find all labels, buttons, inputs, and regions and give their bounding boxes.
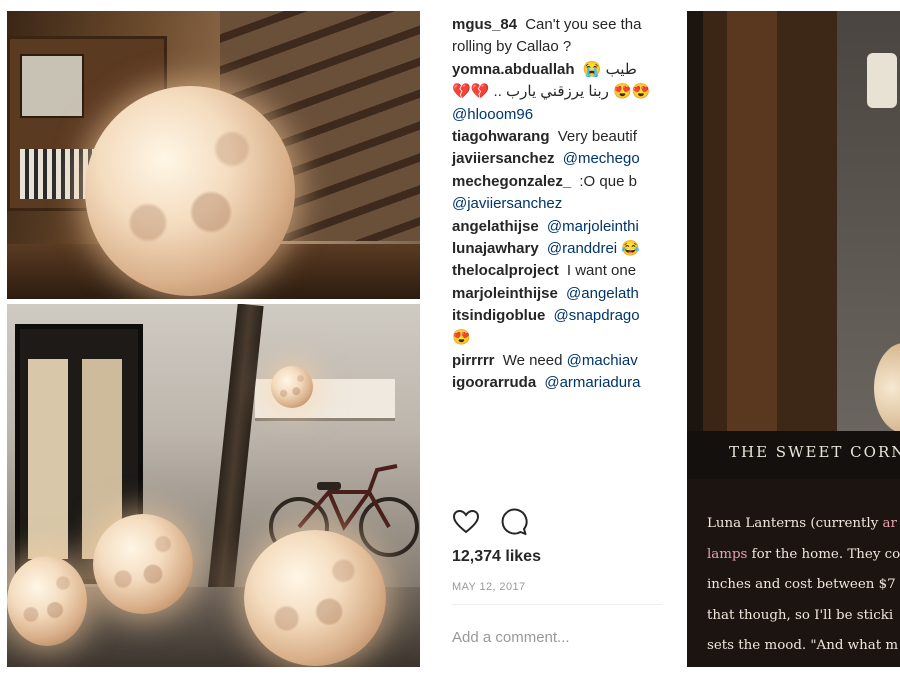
moon-lamp-large [85,86,295,296]
comment-line: thelocalproject I want one [452,260,665,282]
comment-username[interactable]: tiagohwarang [452,128,554,145]
comment-mention[interactable]: @machiav [567,352,638,369]
comment-text: Very beautif [557,127,637,145]
comment-line: angelathijse @marjoleinthi [452,216,665,238]
article-text: for the home. They co [747,546,900,562]
comment-line: tiagohwarang Very beautif [452,126,665,148]
comment-mention[interactable]: @armariadura [544,374,640,391]
comment-username[interactable]: igoorarruda [452,374,540,391]
comment-line: javiiersanchez @mechego [452,148,665,170]
comment-line: itsindigoblue @snapdrago [452,305,665,327]
article-body: Luna Lanterns (currently ar lamps for the… [707,509,900,662]
comment-username[interactable]: javiiersanchez [452,150,559,167]
action-bar [452,508,528,536]
comment-line: pirrrrr We need @machiav [452,350,665,372]
article-line: Luna Lanterns (currently ar [707,509,900,540]
comment-username[interactable]: mechegonzalez_ [452,173,575,190]
comment-username[interactable]: yomna.abduallah [452,61,579,78]
article-line: inches and cost between $7 [707,570,900,601]
comment-username[interactable]: thelocalproject [452,262,563,279]
comment-list: mgus_84 Can't you see tha rolling by Call… [452,14,665,395]
comment-mention[interactable]: @javiiersanchez [452,195,562,212]
comment-mention[interactable]: @randdrei [547,240,621,257]
comment-text: 😭 طيب [582,60,637,78]
add-comment-input[interactable]: Add a comment... [452,629,570,646]
article-text: sets the mood. "And what m [707,638,899,653]
comment-text: 😂 [621,239,640,257]
comment-username[interactable]: mgus_84 [452,16,521,33]
comment-line: igoorarruda @armariadura [452,372,665,394]
comment-line: mgus_84 Can't you see tha [452,14,665,36]
comment-text: Can't you see tha [525,16,642,33]
comment-line: marjoleinthijse @angelath [452,283,665,305]
comment-username[interactable]: itsindigoblue [452,307,550,324]
comment-text: We need [502,351,567,369]
comment-mention[interactable]: @hlooom96 [452,106,533,123]
photo-moon-lamp-indoor [7,11,420,299]
divider [452,604,662,605]
likes-count[interactable]: 12,374 likes [452,548,541,566]
wall-lamp [867,53,897,108]
comment-username[interactable]: lunajawhary [452,240,543,257]
comment-line: @javiiersanchez [452,193,665,215]
heart-icon[interactable] [452,508,480,536]
comment-line: rolling by Callao ? [452,36,665,58]
article-panel: THE SWEET CORN Luna Lanterns (currently … [687,11,900,667]
instagram-post-panel: mgus_84 Can't you see tha rolling by Call… [440,14,665,669]
article-text: that though, so I'll be sticki [707,607,894,623]
article-line: lamps for the home. They co [707,540,900,571]
photo-moon-lamps-patio [7,304,420,667]
moon-lamp-small [7,556,87,646]
comment-username[interactable]: marjoleinthijse [452,285,562,302]
comment-icon[interactable] [500,508,528,536]
post-date: MAY 12, 2017 [452,581,526,593]
comment-line: @hlooom96 [452,104,665,126]
comment-mention[interactable]: @angelath [566,285,639,302]
comment-text: 😍 [452,329,471,347]
comment-text: I want one [566,262,637,280]
comment-line: 💔💔 .. ربنا يرزقني يارب 😍😍 [452,81,665,103]
article-link[interactable]: lamps [707,547,747,562]
comment-text: :O que b [579,172,637,190]
comment-mention[interactable]: @marjoleinthi [547,218,639,235]
moon-lamp-medium [93,514,193,614]
article-text: inches and cost between $7 [707,577,896,592]
moon-lamp-hanging [271,366,313,408]
comment-line: mechegonzalez_ :O que b [452,171,665,193]
comment-text: 💔💔 .. ربنا يرزقني يارب 😍😍 [452,83,651,101]
comment-line: 😍 [452,327,665,349]
comment-mention[interactable]: @mechego [563,150,640,167]
article-text: Luna Lanterns (currently [707,516,883,531]
article-line: that though, so I'll be sticki [707,601,900,632]
comment-mention[interactable]: @snapdrago [554,307,640,324]
article-caption: THE SWEET CORN [687,431,900,479]
comment-line: lunajawhary @randdrei 😂 [452,238,665,260]
moon-lamp-large-outdoor [244,530,386,666]
article-link[interactable]: ar [883,516,897,531]
comment-text: rolling by Callao ? [452,38,572,56]
article-line: sets the mood. "And what m [707,631,900,662]
comment-username[interactable]: angelathijse [452,218,543,235]
comment-username[interactable]: pirrrrr [452,352,499,369]
comment-line: yomna.abduallah 😭 طيب [452,59,665,81]
